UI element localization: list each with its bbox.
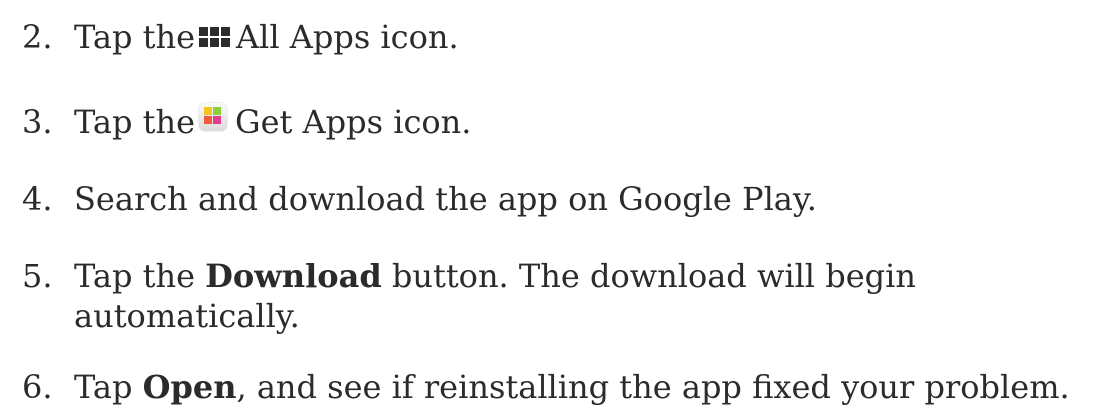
step-text: Tap — [74, 368, 133, 406]
step-number: 6. — [22, 368, 53, 406]
step-6: 6. Tap Open, and see if reinstalling the … — [22, 367, 1070, 407]
step-number: 2. — [22, 18, 53, 56]
get-apps-icon — [199, 102, 227, 131]
open-term: Open — [142, 368, 237, 406]
step-text: Search and download the app on Google Pl… — [74, 180, 817, 218]
step-number: 4. — [22, 180, 53, 218]
instruction-steps: 2. Tap the All Apps icon. 3. Tap the Get App… — [0, 0, 1103, 418]
step-text: Tap the — [74, 103, 195, 141]
step-text: button. The download will begin — [391, 257, 916, 295]
step-4: 4. Search and download the app on Google … — [22, 179, 817, 219]
all-apps-grid-icon — [199, 26, 230, 47]
step-3: 3. Tap the Get Apps icon. — [22, 102, 471, 147]
step-text: , and see if reinstalling the app fixed … — [236, 368, 1070, 406]
step-number: 3. — [22, 103, 53, 141]
step-continuation: automatically. — [74, 297, 300, 335]
step-text: All Apps icon. — [236, 18, 459, 56]
step-text: Tap the — [74, 257, 195, 295]
step-2: 2. Tap the All Apps icon. — [22, 17, 459, 57]
step-text: Tap the — [74, 18, 195, 56]
step-number: 5. — [22, 257, 53, 295]
download-term: Download — [205, 257, 382, 295]
step-text: Get Apps icon. — [235, 103, 472, 141]
step-5: 5. Tap the Download button. The download … — [22, 256, 916, 336]
